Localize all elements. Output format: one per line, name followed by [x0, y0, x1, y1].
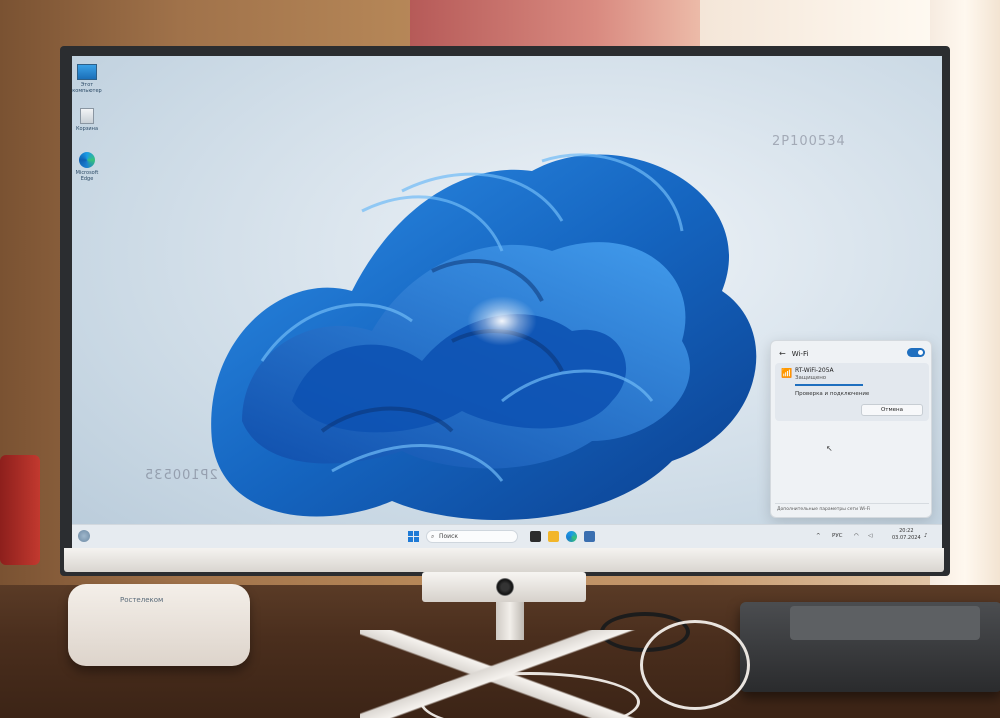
notification-bell-icon[interactable]: ♪	[924, 533, 928, 539]
webcam-lens	[496, 578, 514, 596]
router-brand: Ростелеком	[120, 596, 164, 604]
recycle-bin-icon	[80, 108, 94, 124]
wifi-panel-title: Wi-Fi	[791, 349, 809, 358]
file-explorer-icon[interactable]	[548, 531, 559, 542]
power-supply-panel	[790, 606, 980, 640]
desktop-icon-this-pc[interactable]: Этот компьютер	[72, 64, 102, 94]
wifi-network-item[interactable]: 📶 RT-WiFi-205A Защищено Проверка и подкл…	[775, 363, 929, 421]
network-security: Защищено	[795, 375, 827, 381]
search-icon: ⌕	[431, 533, 435, 540]
wifi-toggle[interactable]	[907, 348, 925, 357]
watermark-top: 2P100534	[772, 134, 846, 149]
network-status: Проверка и подключение	[795, 391, 870, 397]
edge-taskbar-icon[interactable]	[566, 531, 577, 542]
watermark-left: 2P100535	[144, 468, 218, 483]
computer-icon	[77, 64, 97, 80]
edge-icon	[79, 152, 95, 168]
start-button[interactable]	[408, 531, 419, 542]
volume-tray-icon[interactable]: ◁	[868, 533, 872, 539]
desktop-icon-recycle-bin[interactable]: Корзина	[72, 108, 102, 132]
connect-progress	[795, 384, 863, 386]
widgets-icon[interactable]	[78, 530, 90, 542]
flyout-divider	[775, 503, 929, 504]
more-wifi-settings-link[interactable]: Дополнительные параметры сети Wi-Fi	[777, 507, 870, 512]
wifi-flyout: ← Wi-Fi 📶 RT-WiFi-205A Защищено Проверка…	[770, 340, 932, 518]
taskbar-search[interactable]: ⌕ Поиск	[426, 530, 518, 543]
cancel-button[interactable]: Отмена	[861, 404, 923, 416]
light-glare	[467, 296, 537, 346]
network-tray-icon[interactable]: ◠	[854, 533, 859, 539]
task-view-icon[interactable]	[530, 531, 541, 542]
screen: 2P100534 2P100535 Этот компьютер Корзина…	[72, 56, 942, 548]
window-glow	[700, 0, 940, 50]
monitor-chin	[64, 548, 944, 572]
taskbar: ⌕ Поиск ^ РУС ◠ ◁ 20:22 03.07.2024 ♪	[72, 524, 942, 548]
clock-date: 03.07.2024	[892, 535, 921, 541]
red-object	[0, 455, 40, 565]
back-arrow-icon[interactable]: ←	[779, 349, 786, 358]
store-icon[interactable]	[584, 531, 595, 542]
wifi-signal-icon: 📶	[781, 369, 793, 379]
clock-time: 20:22	[899, 528, 914, 534]
mouse-cursor-icon: ↖	[826, 444, 833, 453]
tray-chevron-icon[interactable]: ^	[816, 533, 821, 539]
monitor-stand-base	[360, 630, 660, 718]
language-indicator[interactable]: РУС	[832, 533, 843, 539]
search-placeholder: Поиск	[439, 533, 459, 540]
desktop-icon-edge[interactable]: Microsoft Edge	[72, 152, 102, 182]
clock[interactable]: 20:22 03.07.2024	[892, 528, 921, 542]
network-name: RT-WiFi-205A	[795, 367, 834, 374]
red-curtain	[410, 0, 720, 48]
